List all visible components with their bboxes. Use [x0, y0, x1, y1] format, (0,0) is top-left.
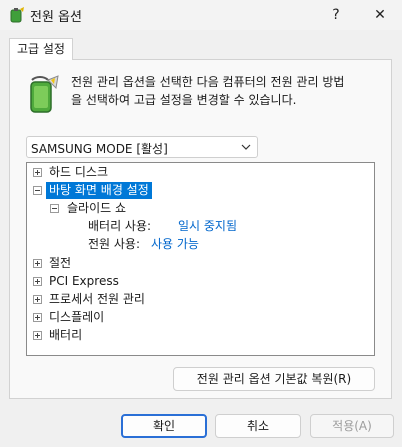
tree-item-hard-disk[interactable]: 하드 디스크 — [27, 164, 372, 181]
tree-item-processor[interactable]: 프로세서 전원 관리 — [27, 291, 372, 308]
close-button[interactable]: ✕ — [358, 1, 402, 29]
expand-icon[interactable] — [33, 168, 42, 177]
cancel-button[interactable]: 취소 — [215, 414, 301, 438]
apply-button[interactable]: 적용(A) — [310, 414, 394, 438]
window-title: 전원 옵션 — [30, 10, 82, 25]
expand-icon[interactable] — [33, 295, 42, 304]
tree-item-on-battery[interactable]: 배터리 사용: 일시 중지됨 — [27, 218, 372, 235]
collapse-icon[interactable] — [50, 204, 59, 213]
help-button[interactable]: ? — [314, 1, 358, 29]
power-options-icon — [10, 7, 24, 23]
tree-item-sleep[interactable]: 절전 — [27, 255, 372, 272]
collapse-icon[interactable] — [33, 186, 42, 195]
on-battery-value[interactable]: 일시 중지됨 — [178, 218, 237, 235]
expand-icon[interactable] — [33, 313, 42, 322]
tree-item-battery[interactable]: 배터리 — [27, 327, 372, 344]
settings-tree[interactable]: 하드 디스크 바탕 화면 배경 설정 슬라이드 쇼 배터리 사용: 일시 중지됨… — [26, 162, 375, 356]
power-plan-value: SAMSUNG MODE [활성] — [31, 142, 168, 156]
tree-item-pci-express[interactable]: PCI Express — [27, 273, 372, 290]
ok-button[interactable]: 확인 — [121, 414, 207, 438]
title-bar: 전원 옵션 ? ✕ — [0, 0, 402, 30]
tree-item-desktop-background[interactable]: 바탕 화면 배경 설정 — [27, 182, 372, 199]
description-line-1: 전원 관리 옵션을 선택한 다음 컴퓨터의 전원 관리 방법 — [71, 75, 345, 89]
expand-icon[interactable] — [33, 259, 42, 268]
expand-icon[interactable] — [33, 331, 42, 340]
tree-item-plugged-in[interactable]: 전원 사용: 사용 가능 — [27, 236, 372, 253]
tab-advanced-settings[interactable]: 고급 설정 — [9, 38, 73, 60]
chevron-down-icon — [241, 144, 251, 150]
description-line-2: 을 선택하여 고급 설정을 변경할 수 있습니다. — [71, 93, 297, 107]
tree-item-display[interactable]: 디스플레이 — [27, 309, 372, 326]
battery-power-icon — [30, 75, 59, 113]
description-text: 전원 관리 옵션을 선택한 다음 컴퓨터의 전원 관리 방법 을 선택하여 고급… — [71, 73, 381, 109]
plugged-in-value[interactable]: 사용 가능 — [151, 236, 199, 253]
expand-icon[interactable] — [33, 277, 42, 286]
tree-item-slideshow[interactable]: 슬라이드 쇼 — [27, 200, 372, 217]
restore-defaults-button[interactable]: 전원 관리 옵션 기본값 복원(R) — [173, 367, 375, 391]
power-plan-select[interactable]: SAMSUNG MODE [활성] — [26, 136, 258, 158]
